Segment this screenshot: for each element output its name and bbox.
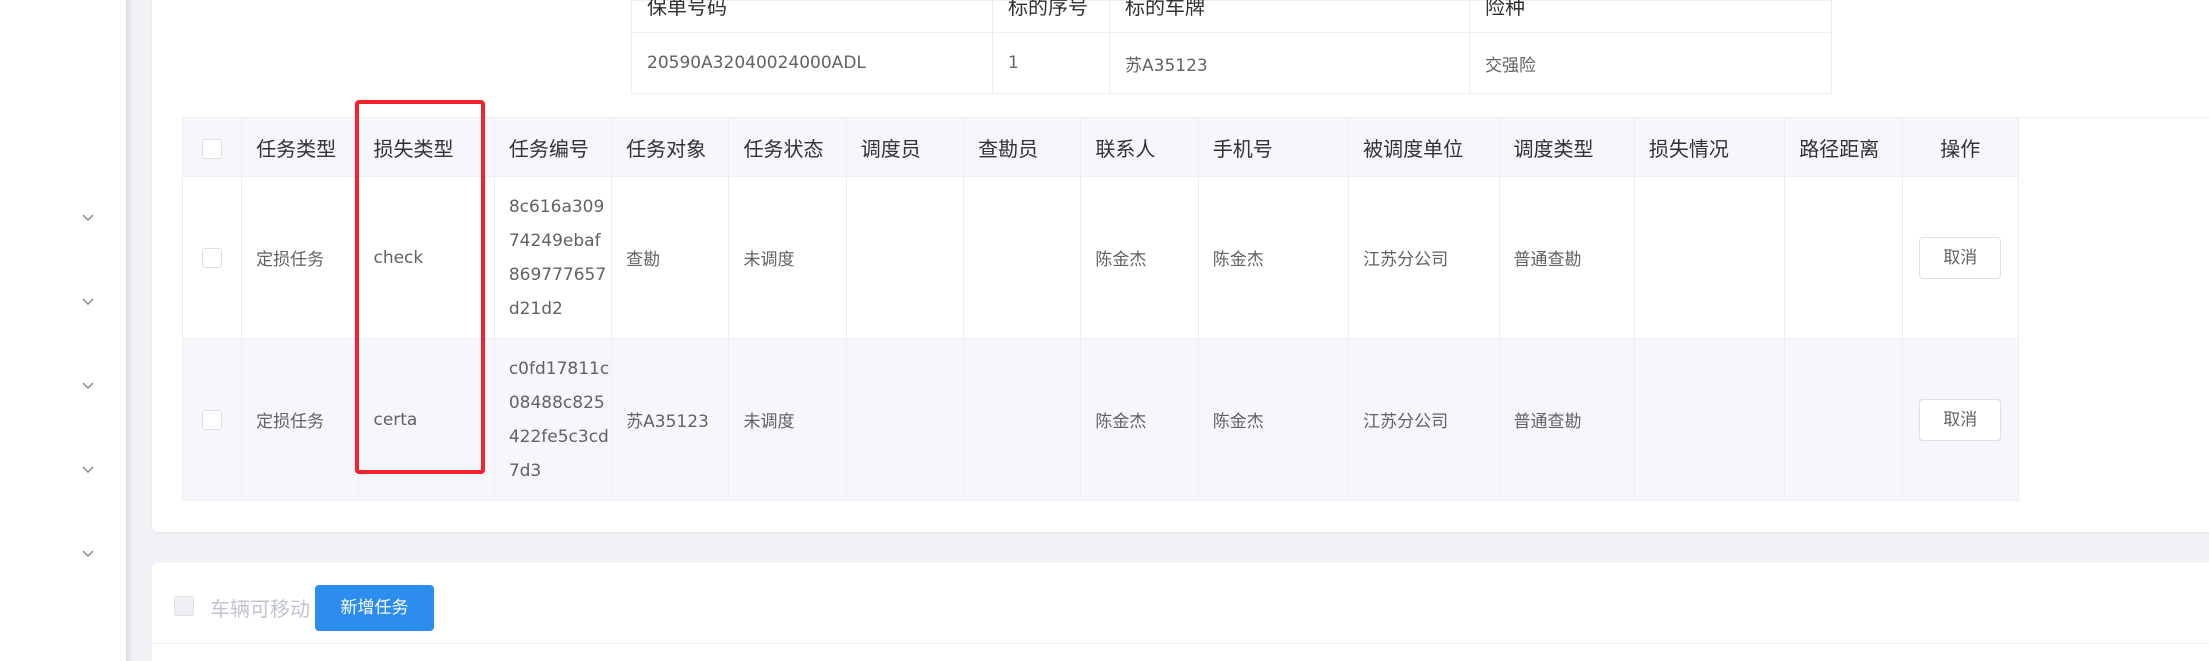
task-table: 任务类型 损失类型 任务编号 任务对象 任务状态 调度员 查勘员 联系人 手机号…	[181, 117, 2020, 501]
sidebar	[0, 0, 126, 661]
policy-header-cell: 险种	[1469, 0, 1832, 33]
row-checkbox[interactable]	[202, 247, 223, 268]
divider	[2019, 117, 2209, 118]
select-all-cell	[181, 117, 243, 177]
task-no-text: c0fd17811c08488c825422fe5c3cd7d3	[508, 358, 610, 481]
task-no-text: 8c616a30974249ebaf869777657d21d2	[508, 196, 607, 319]
policy-data-row: 20590A32040024000ADL 1 苏A35123 交强险	[631, 32, 1832, 94]
table-blank-area	[2019, 117, 2209, 532]
chevron-down-icon[interactable]	[81, 210, 95, 224]
loss-type: check	[358, 176, 495, 339]
header-action: 操作	[1901, 117, 2020, 177]
select-all-checkbox[interactable]	[202, 138, 223, 159]
vehicle-movable-label: 车辆可移动	[210, 597, 310, 621]
header-surveyor: 查勘员	[963, 117, 1082, 177]
task-no: c0fd17811c08488c825422fe5c3cd7d3	[493, 338, 613, 501]
chevron-down-icon[interactable]	[81, 378, 95, 392]
table-row: 定损任务 certa c0fd17811c08488c825422fe5c3cd…	[181, 338, 2020, 501]
policy-header-cell: 标的车牌	[1109, 0, 1470, 33]
policy-header-cell: 保单号码	[631, 0, 993, 33]
header-task-type: 任务类型	[241, 117, 360, 177]
cancel-button[interactable]: 取消	[1919, 236, 2002, 279]
action-cell: 取消	[1901, 338, 2020, 501]
header-distance: 路径距离	[1784, 117, 1903, 177]
dispatched-unit: 江苏分公司	[1348, 176, 1500, 339]
task-object: 苏A35123	[611, 338, 730, 501]
policy-number: 20590A32040024000ADL	[631, 32, 993, 94]
dispatched-unit: 江苏分公司	[1348, 338, 1500, 501]
policy-header-cell: 标的序号	[992, 0, 1110, 33]
header-task-no: 任务编号	[493, 117, 613, 177]
chevron-down-icon[interactable]	[81, 546, 95, 560]
action-cell: 取消	[1901, 176, 2020, 339]
phone: 陈金杰	[1197, 338, 1350, 501]
header-task-status: 任务状态	[728, 117, 847, 177]
vehicle-movable-checkbox[interactable]	[174, 596, 194, 616]
row-select-cell	[181, 176, 243, 339]
route-distance	[1784, 338, 1903, 501]
header-phone: 手机号	[1197, 117, 1350, 177]
task-status: 未调度	[728, 338, 847, 501]
divider	[152, 643, 2209, 644]
insurance-type: 交强险	[1469, 32, 1832, 94]
task-type: 定损任务	[241, 176, 360, 339]
header-loss-info: 损失情况	[1633, 117, 1786, 177]
contact: 陈金杰	[1080, 338, 1199, 501]
cancel-button[interactable]: 取消	[1919, 398, 2002, 441]
dispatcher	[845, 176, 965, 339]
add-task-card	[152, 563, 2209, 661]
sidebar-divider	[126, 0, 132, 661]
loss-info	[1633, 176, 1786, 339]
subject-plate: 苏A35123	[1109, 32, 1470, 94]
chevron-down-icon[interactable]	[81, 294, 95, 308]
header-unit: 被调度单位	[1348, 117, 1500, 177]
loss-type: certa	[358, 338, 495, 501]
header-contact: 联系人	[1080, 117, 1199, 177]
row-checkbox[interactable]	[202, 409, 223, 430]
contact: 陈金杰	[1080, 176, 1199, 339]
dispatch-type: 普通查勘	[1498, 176, 1635, 339]
dispatch-type: 普通查勘	[1498, 338, 1635, 501]
task-no: 8c616a30974249ebaf869777657d21d2	[493, 176, 613, 339]
task-object: 查勘	[611, 176, 730, 339]
header-task-object: 任务对象	[611, 117, 730, 177]
route-distance	[1784, 176, 1903, 339]
task-status: 未调度	[728, 176, 847, 339]
add-task-button[interactable]: 新增任务	[315, 585, 434, 631]
row-select-cell	[181, 338, 243, 501]
surveyor	[963, 338, 1082, 501]
table-row: 定损任务 check 8c616a30974249ebaf869777657d2…	[181, 176, 2020, 339]
dispatcher	[845, 338, 965, 501]
surveyor	[963, 176, 1082, 339]
task-header-row: 任务类型 损失类型 任务编号 任务对象 任务状态 调度员 查勘员 联系人 手机号…	[181, 117, 2020, 177]
chevron-down-icon[interactable]	[81, 462, 95, 476]
policy-header-row: 保单号码 标的序号 标的车牌 险种	[631, 0, 1832, 33]
header-dispatcher: 调度员	[845, 117, 965, 177]
policy-table: 保单号码 标的序号 标的车牌 险种 20590A32040024000ADL 1…	[631, 0, 1832, 94]
header-dispatch-type: 调度类型	[1498, 117, 1635, 177]
subject-seq: 1	[992, 32, 1110, 94]
loss-info	[1633, 338, 1786, 501]
phone: 陈金杰	[1197, 176, 1350, 339]
header-loss-type: 损失类型	[358, 117, 495, 177]
task-type: 定损任务	[241, 338, 360, 501]
